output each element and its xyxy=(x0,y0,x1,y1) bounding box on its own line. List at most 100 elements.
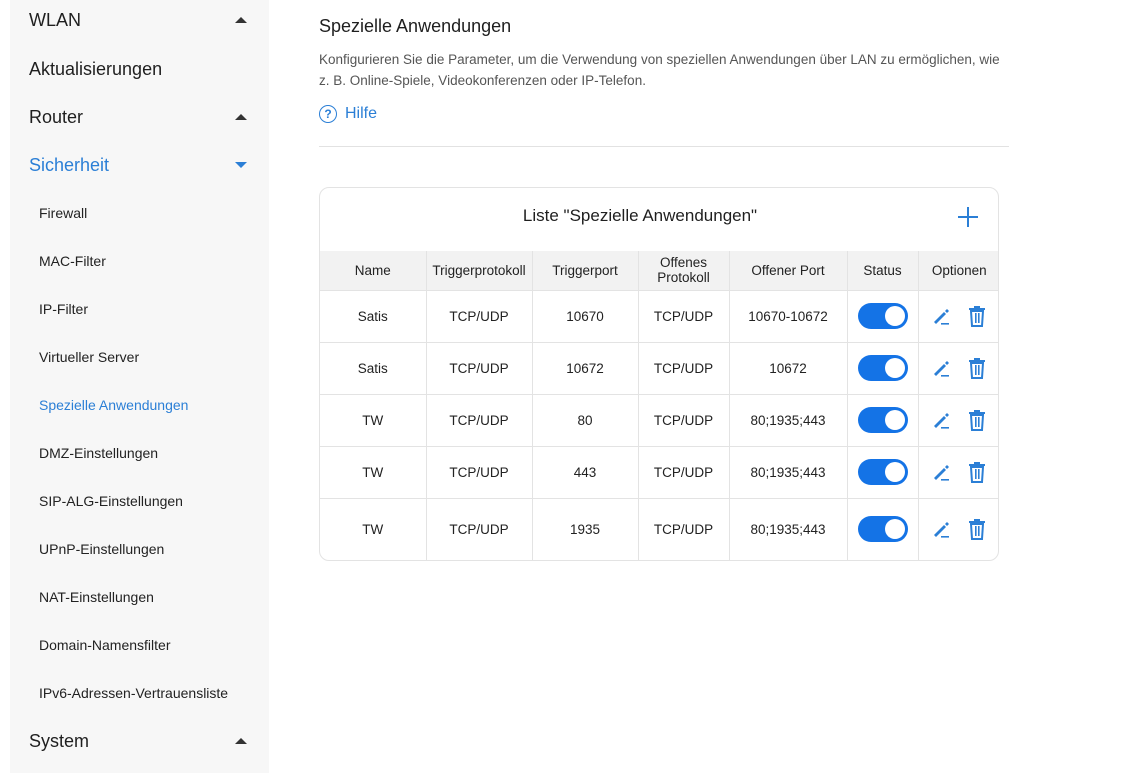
sidebar-item-label: Sicherheit xyxy=(29,154,110,175)
table-row: Satis TCP/UDP 10672 TCP/UDP 10672 xyxy=(320,342,998,395)
sidebar-item-virtueller-server[interactable]: Virtueller Server xyxy=(39,342,259,372)
sidebar-item-upnp-einstellungen[interactable]: UPnP-Einstellungen xyxy=(39,534,259,564)
cell-name: Satis xyxy=(320,342,426,395)
sidebar-item-label: DMZ-Einstellungen xyxy=(39,445,159,461)
trash-icon[interactable] xyxy=(966,461,988,483)
cell-name: TW xyxy=(320,446,426,499)
sidebar-item-nat-einstellungen[interactable]: NAT-Einstellungen xyxy=(39,582,259,612)
cell-trigger-port: 10672 xyxy=(531,342,638,395)
sidebar-item-ip-filter[interactable]: IP-Filter xyxy=(39,294,259,324)
cell-name: TW xyxy=(362,521,384,537)
cell-open-port: 80;1935;443 xyxy=(728,446,847,499)
sidebar-item-label: SIP-ALG-Einstellungen xyxy=(39,493,183,509)
cell-status xyxy=(846,446,918,499)
help-link[interactable]: ? Hilfe xyxy=(319,105,377,123)
sidebar-item-wlan[interactable]: WLAN xyxy=(29,0,247,40)
trash-icon[interactable] xyxy=(966,305,988,327)
sidebar-item-spezielle-anwendungen[interactable]: Spezielle Anwendungen xyxy=(39,390,259,420)
sidebar: WLAN Aktualisierungen Router Sicherheit … xyxy=(10,0,269,773)
cell-open-protocol: TCP/UDP xyxy=(637,498,729,560)
pencil-icon[interactable] xyxy=(930,461,952,483)
sidebar-item-ipv6-vertrauensliste[interactable]: IPv6-Adressen-Vertrauensliste xyxy=(39,678,259,708)
divider xyxy=(319,146,1009,147)
sidebar-item-system[interactable]: System xyxy=(29,721,247,761)
cell-open-port: 10672 xyxy=(728,342,847,395)
cell-open-port: 80;1935;443 xyxy=(728,498,847,560)
cell-open-protocol: TCP/UDP xyxy=(637,290,729,343)
cell-status xyxy=(846,342,918,395)
cell-open-port: 10670-10672 xyxy=(728,290,847,343)
sidebar-item-label: Router xyxy=(29,106,84,127)
card-title: Liste "Spezielle Anwendungen" xyxy=(522,206,758,225)
cell-trigger-protocol: TCP/UDP xyxy=(425,290,532,343)
column-header-trigger-protocol: Triggerprotokoll xyxy=(425,251,532,291)
pencil-icon[interactable] xyxy=(930,518,952,540)
status-toggle[interactable] xyxy=(857,459,908,485)
cell-name: TW xyxy=(320,394,426,447)
chevron-up-icon xyxy=(235,17,247,23)
help-label: Hilfe xyxy=(345,105,378,122)
table-row: TW TCP/UDP 80 TCP/UDP 80;1935;443 xyxy=(320,394,998,447)
column-header-open-protocol: Offenes Protokoll xyxy=(637,251,729,291)
sidebar-item-sip-alg-einstellungen[interactable]: SIP-ALG-Einstellungen xyxy=(39,486,259,516)
help-icon: ? xyxy=(319,105,337,123)
trash-icon[interactable] xyxy=(966,357,988,379)
table-row: TW TCP/UDP 1935 TCP/UDP 80;1935;443 xyxy=(320,498,998,560)
column-header-open-port: Offener Port xyxy=(728,251,847,291)
trash-icon[interactable] xyxy=(966,409,988,431)
plus-icon[interactable] xyxy=(956,205,980,229)
cell-status xyxy=(846,394,918,447)
sidebar-item-label: Virtueller Server xyxy=(39,349,140,365)
cell-trigger-protocol: TCP/UDP xyxy=(425,446,532,499)
sidebar-item-firewall[interactable]: Firewall xyxy=(39,198,259,228)
column-header-trigger-port: Triggerport xyxy=(531,251,638,291)
cell-options xyxy=(917,394,998,447)
cell-trigger-port: 80 xyxy=(531,394,638,447)
status-toggle[interactable] xyxy=(857,407,908,433)
pencil-icon[interactable] xyxy=(930,357,952,379)
cell-options xyxy=(917,342,998,395)
cell-name: Satis xyxy=(320,290,426,343)
sidebar-item-label: WLAN xyxy=(29,9,82,30)
chevron-up-icon xyxy=(235,738,247,744)
cell-options xyxy=(917,446,998,499)
cell-status xyxy=(846,498,918,560)
special-apps-table: Name Triggerprotokoll Triggerport Offene… xyxy=(320,251,998,560)
cell-trigger-port: 443 xyxy=(531,446,638,499)
sidebar-item-sicherheit[interactable]: Sicherheit xyxy=(29,145,247,185)
pencil-icon[interactable] xyxy=(930,409,952,431)
sidebar-item-mac-filter[interactable]: MAC-Filter xyxy=(39,246,259,276)
cell-options xyxy=(917,290,998,343)
column-header-name: Name xyxy=(320,251,426,291)
table-row: TW TCP/UDP 443 TCP/UDP 80;1935;443 xyxy=(320,446,998,499)
chevron-down-icon xyxy=(235,162,247,168)
cell-open-protocol: TCP/UDP xyxy=(637,342,729,395)
cell-trigger-protocol: TCP/UDP xyxy=(425,394,532,447)
sidebar-item-label: System xyxy=(29,730,90,751)
table-row: Satis TCP/UDP 10670 TCP/UDP 10670-10672 xyxy=(320,290,998,343)
cell-trigger-port: 10670 xyxy=(531,290,638,343)
column-header-status: Status xyxy=(846,251,918,291)
table-header-row: Name Triggerprotokoll Triggerport Offene… xyxy=(320,251,998,291)
cell-trigger-protocol: TCP/UDP xyxy=(425,342,532,395)
status-toggle[interactable] xyxy=(857,355,908,381)
sidebar-item-label: Domain-Namensfilter xyxy=(39,637,171,653)
cell-open-protocol: TCP/UDP xyxy=(637,394,729,447)
sidebar-item-aktualisierungen[interactable]: Aktualisierungen xyxy=(29,49,247,89)
sidebar-item-domain-namensfilter[interactable]: Domain-Namensfilter xyxy=(39,630,259,660)
sidebar-item-label: Aktualisierungen xyxy=(29,58,163,79)
status-toggle[interactable] xyxy=(857,303,908,329)
sidebar-item-label: NAT-Einstellungen xyxy=(39,589,154,605)
cell-trigger-port: 1935 xyxy=(531,498,638,560)
sidebar-item-dmz-einstellungen[interactable]: DMZ-Einstellungen xyxy=(39,438,259,468)
page-description: Konfigurieren Sie die Parameter, um die … xyxy=(319,52,1000,88)
cell-open-protocol: TCP/UDP xyxy=(637,446,729,499)
pencil-icon[interactable] xyxy=(930,305,952,327)
sidebar-item-label: IPv6-Adressen-Vertrauensliste xyxy=(39,685,229,701)
sidebar-item-router[interactable]: Router xyxy=(29,97,247,137)
cell-status xyxy=(846,290,918,343)
cell-options xyxy=(917,498,998,560)
status-toggle[interactable] xyxy=(857,516,908,543)
trash-icon[interactable] xyxy=(966,518,988,541)
page-title: Spezielle Anwendungen xyxy=(319,16,512,36)
